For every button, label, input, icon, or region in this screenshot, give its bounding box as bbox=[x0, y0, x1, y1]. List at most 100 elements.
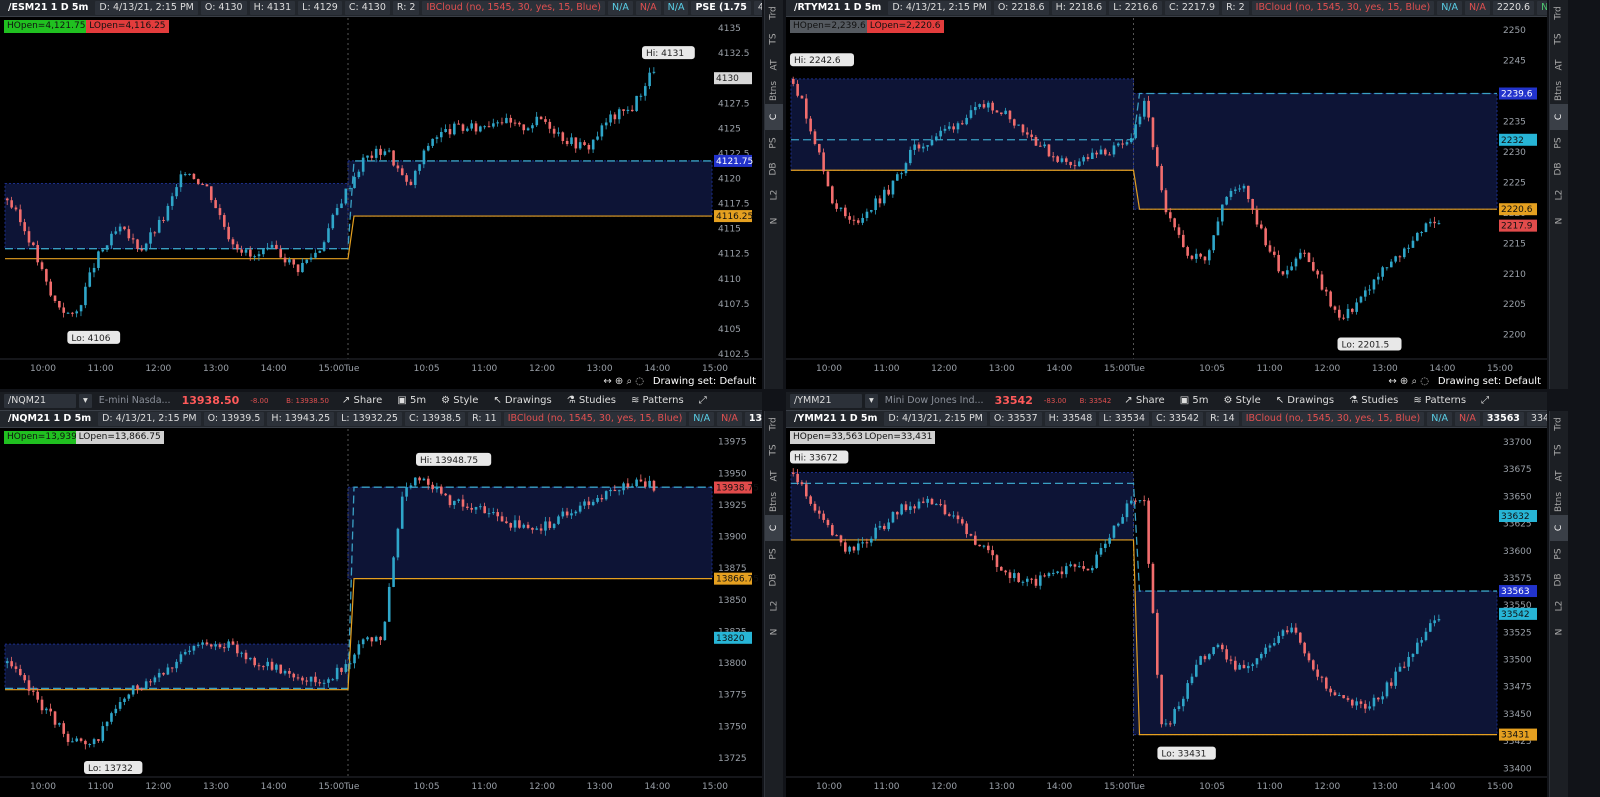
x-tick-label: Tue bbox=[343, 364, 360, 374]
candle-body bbox=[565, 140, 569, 145]
side-tab-ts[interactable]: TS bbox=[765, 26, 783, 52]
price-chart[interactable]: Hi: 2242.6Lo: 2201.522502245224022352230… bbox=[786, 18, 1547, 389]
side-tab-ps[interactable]: PS bbox=[1550, 541, 1568, 567]
side-tab-db[interactable]: DB bbox=[765, 156, 783, 182]
side-tab-l2[interactable]: L2 bbox=[1550, 182, 1568, 208]
side-tab-trd[interactable]: Trd bbox=[1550, 0, 1568, 26]
chevron-down-icon[interactable]: ▾ bbox=[79, 394, 92, 408]
side-tab-n[interactable]: N bbox=[1550, 208, 1568, 234]
side-tab-label: L2 bbox=[1554, 600, 1564, 612]
candle-body bbox=[622, 483, 625, 491]
trading-workspace: /ESM21 1 D 5m D: 4/13/21, 2:15 PM O: 4130 H… bbox=[0, 0, 1600, 797]
candle-body bbox=[240, 249, 243, 253]
price-chart[interactable]: Hi: 33672Lo: 334313370033675336503362533… bbox=[786, 429, 1547, 797]
side-tab-db[interactable]: DB bbox=[1550, 156, 1568, 182]
side-tab-ts[interactable]: TS bbox=[765, 437, 783, 463]
candle-body bbox=[1303, 642, 1306, 654]
side-tab-at[interactable]: AT bbox=[1550, 52, 1568, 78]
side-tab-trd[interactable]: Trd bbox=[765, 411, 783, 437]
zoom-icon[interactable]: ⌕ bbox=[626, 376, 635, 387]
header-button-drawings[interactable]: ↖ Drawings bbox=[487, 394, 557, 408]
maximize-icon[interactable]: ⤢ bbox=[693, 394, 713, 408]
side-tab-l2[interactable]: L2 bbox=[765, 182, 783, 208]
zoom-icon[interactable]: ⌕ bbox=[1411, 376, 1420, 387]
symbol-selector[interactable]: /NQM21 bbox=[4, 394, 76, 408]
header-button-style[interactable]: ⚙ Style bbox=[435, 394, 484, 408]
x-tick-label: Tue bbox=[343, 782, 360, 792]
side-tab-at[interactable]: AT bbox=[765, 463, 783, 489]
drawing-set-label[interactable]: Drawing set: Default bbox=[1438, 376, 1541, 387]
candle-body bbox=[805, 98, 808, 119]
side-tab-n[interactable]: N bbox=[765, 208, 783, 234]
chart-area[interactable]: Hi: 2242.6Lo: 2201.522502245224022352230… bbox=[786, 18, 1547, 389]
scroll-arrows-icon[interactable]: ↔ bbox=[603, 376, 615, 387]
side-tab-btns[interactable]: Btns bbox=[1550, 489, 1568, 515]
side-tab-trd[interactable]: Trd bbox=[1550, 411, 1568, 437]
candle-body bbox=[1169, 212, 1172, 219]
chart-info-item: IBCloud (no, 1545, 30, yes, 15, Blue) bbox=[503, 412, 687, 426]
side-tab-ts[interactable]: TS bbox=[1550, 26, 1568, 52]
chart-area[interactable]: Hi: 13948.75 Lo: 13732 13975 13950 13925 1390… bbox=[0, 429, 762, 797]
candle-body bbox=[1368, 289, 1371, 291]
side-tab-at[interactable]: AT bbox=[1550, 463, 1568, 489]
header-button-studies[interactable]: ⚗ Studies bbox=[1343, 394, 1404, 408]
side-tab-btns[interactable]: Btns bbox=[765, 78, 783, 104]
chevron-down-icon[interactable]: ▾ bbox=[865, 394, 878, 408]
crosshair-icon[interactable]: ⊕ bbox=[615, 376, 627, 387]
candle-body bbox=[314, 676, 317, 683]
chart-symbol-label[interactable]: /NQM21 1 D 5m bbox=[4, 412, 95, 426]
header-button-drawings[interactable]: ↖ Drawings bbox=[1270, 394, 1340, 408]
side-tab-n[interactable]: N bbox=[765, 619, 783, 645]
side-tab-c[interactable]: C bbox=[1550, 515, 1568, 541]
maximize-icon[interactable]: ⤢ bbox=[1475, 394, 1495, 408]
candle-body bbox=[1047, 144, 1051, 157]
header-button-5m[interactable]: ▣ 5m bbox=[391, 394, 432, 408]
header-button-style[interactable]: ⚙ Style bbox=[1217, 394, 1266, 408]
price-chart[interactable]: Hi: 4131 Lo: 4106 4135 4132.5 4130 4127.5 4125… bbox=[0, 18, 762, 389]
price-chart[interactable]: Hi: 13948.75 Lo: 13732 13975 13950 13925 1390… bbox=[0, 429, 762, 797]
side-tab-trd[interactable]: Trd bbox=[765, 0, 783, 26]
symbol-selector[interactable]: /YMM21 bbox=[790, 394, 862, 408]
candle-body bbox=[27, 680, 31, 691]
header-button-patterns[interactable]: ≋ Patterns bbox=[625, 394, 690, 408]
pan-icon[interactable]: ◌ bbox=[1420, 376, 1429, 387]
chart-symbol-label[interactable]: /RTYM21 1 D 5m bbox=[790, 1, 885, 15]
side-tab-db[interactable]: DB bbox=[1550, 567, 1568, 593]
pan-icon[interactable]: ◌ bbox=[635, 376, 644, 387]
side-tab-ts[interactable]: TS bbox=[1550, 437, 1568, 463]
chart-nav-tools[interactable]: ↔ ⊕ ⌕ ◌ bbox=[1388, 376, 1429, 387]
x-tick-label: Tue bbox=[1129, 364, 1146, 374]
chart-symbol-label[interactable]: /ESM21 1 D 5m bbox=[4, 1, 92, 15]
chart-nav-tools[interactable]: ↔ ⊕ ⌕ ◌ bbox=[603, 376, 644, 387]
scroll-arrows-icon[interactable]: ↔ bbox=[1388, 376, 1400, 387]
candle-body bbox=[105, 245, 109, 250]
header-button-5m[interactable]: ▣ 5m bbox=[1174, 394, 1215, 408]
y-tick-label: 13850 bbox=[718, 596, 747, 606]
side-tab-l2[interactable]: L2 bbox=[1550, 593, 1568, 619]
side-tab-db[interactable]: DB bbox=[765, 567, 783, 593]
side-tab-c[interactable]: C bbox=[1550, 104, 1568, 130]
side-tab-btns[interactable]: Btns bbox=[765, 489, 783, 515]
side-tab-n[interactable]: N bbox=[1550, 619, 1568, 645]
side-tab-ps[interactable]: PS bbox=[1550, 130, 1568, 156]
side-tab-c[interactable]: C bbox=[765, 104, 783, 130]
side-tab-l2[interactable]: L2 bbox=[765, 593, 783, 619]
side-tab-ps[interactable]: PS bbox=[765, 541, 783, 567]
candle-body bbox=[405, 487, 408, 497]
chart-symbol-label[interactable]: /YMM21 1 D 5m bbox=[790, 412, 881, 426]
side-tab-at[interactable]: AT bbox=[765, 52, 783, 78]
side-tab-ps[interactable]: PS bbox=[765, 130, 783, 156]
side-tab-c[interactable]: C bbox=[765, 515, 783, 541]
header-button-studies[interactable]: ⚗ Studies bbox=[561, 394, 622, 408]
candle-body bbox=[32, 690, 35, 692]
candle-body bbox=[253, 657, 256, 666]
header-button-share[interactable]: ↗ Share bbox=[336, 394, 388, 408]
side-tab-btns[interactable]: Btns bbox=[1550, 78, 1568, 104]
header-button-patterns[interactable]: ≋ Patterns bbox=[1407, 394, 1472, 408]
chart-area[interactable]: Hi: 33672 Lo: 33431 33700 33675 33650 33625 33… bbox=[786, 429, 1547, 797]
candle-body bbox=[240, 652, 243, 654]
header-button-share[interactable]: ↗ Share bbox=[1118, 394, 1170, 408]
drawing-set-label[interactable]: Drawing set: Default bbox=[653, 376, 756, 387]
crosshair-icon[interactable]: ⊕ bbox=[1400, 376, 1412, 387]
chart-area[interactable]: Hi: 4131 Lo: 4106 4135 4132.5 4130 4127.5 4125… bbox=[0, 18, 762, 389]
